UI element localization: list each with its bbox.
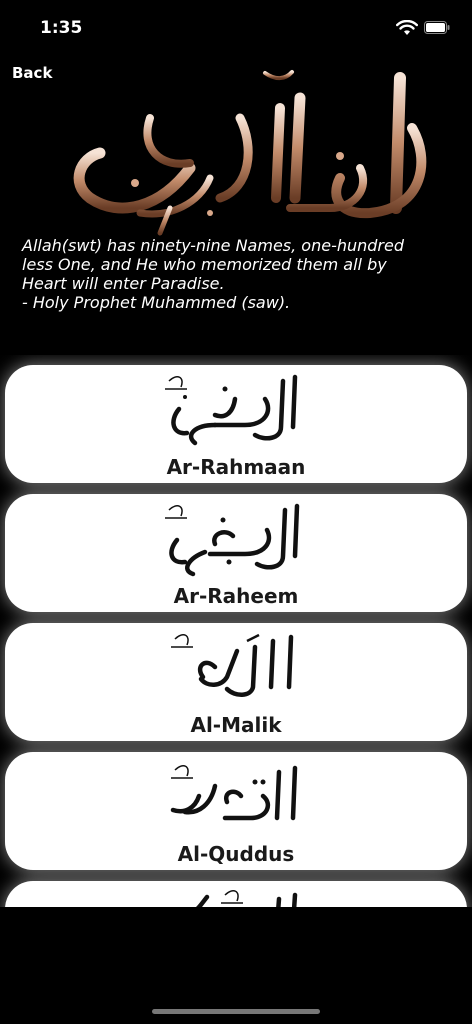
name-label: Ar-Rahmaan [166,455,306,479]
name-calligraphy [155,885,325,907]
name-label: Al-Quddus [177,842,295,866]
name-card-partial[interactable] [5,881,467,907]
home-indicator[interactable] [152,1009,320,1014]
hadith-line: less One, and He who memorized them all … [22,255,387,274]
name-calligraphy [155,369,325,449]
name-label: Ar-Raheem [173,584,299,608]
name-card-al-malik[interactable]: Al-Malik [5,623,467,741]
ar-raheem-calligraphy-image [165,503,300,577]
al-malik-calligraphy-image [171,633,294,697]
name-calligraphy [155,627,325,707]
hadith-line: Allah(swt) has ninety-nine Names, one-hu… [22,236,404,255]
ar-rahmaan-calligraphy-image [165,374,298,446]
hadith-line: Heart will enter Paradise. [22,274,225,293]
header-calligraphy-image [73,70,427,236]
name-card-al-quddus[interactable]: Al-Quddus [5,752,467,870]
asma-ul-husna-calligraphy [40,58,440,238]
al-quddus-calligraphy-image [170,765,298,821]
status-time: 1:35 [40,18,83,38]
name-calligraphy [155,498,325,578]
hadith-text: Allah(swt) has ninety-nine Names, one-hu… [22,236,450,312]
name-label: Al-Malik [190,713,282,737]
status-bar: 1:35 [0,0,472,56]
wifi-icon [396,20,418,35]
hadith-line: - Holy Prophet Muhammed (saw). [22,293,291,312]
name-calligraphy [155,756,325,836]
battery-icon [424,21,450,34]
partial-calligraphy-image [196,890,298,907]
names-list[interactable]: Ar-Rahmaan Ar-Raheem Al-Malik Al-Quddus [0,355,472,907]
name-card-ar-raheem[interactable]: Ar-Raheem [5,494,467,612]
name-card-ar-rahmaan[interactable]: Ar-Rahmaan [5,365,467,483]
